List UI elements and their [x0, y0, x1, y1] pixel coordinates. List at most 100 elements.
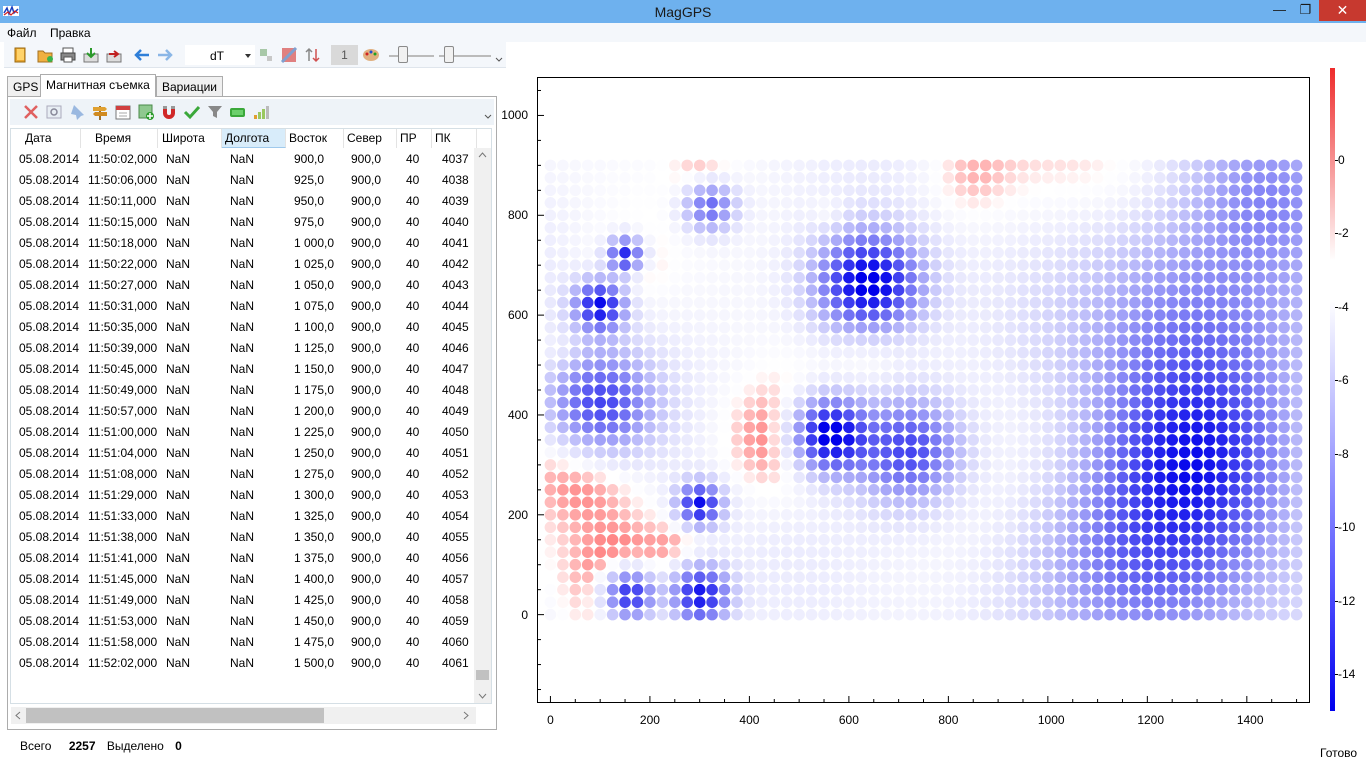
back-arrow-icon[interactable]: [133, 46, 151, 64]
data-point: [557, 534, 569, 546]
calendar-icon[interactable]: [114, 103, 132, 121]
data-point: [1091, 259, 1104, 271]
data-point: [1191, 521, 1203, 534]
open-book-icon[interactable]: [12, 46, 30, 64]
maximize-button[interactable]: ❐: [1292, 0, 1319, 21]
table-row[interactable]: 05.08.2014 11:51:04,000 NaN NaN 1 250,0 900,0…: [11, 442, 473, 463]
channel-select[interactable]: dT: [185, 45, 255, 65]
horizontal-scrollbar[interactable]: [11, 707, 476, 724]
menu-edit[interactable]: Правка: [50, 26, 91, 40]
scroll-right-icon[interactable]: [463, 711, 469, 720]
import-icon[interactable]: [82, 46, 100, 64]
table-row[interactable]: 05.08.2014 11:50:49,000 NaN NaN 1 175,0 900,0…: [11, 379, 473, 400]
table-row[interactable]: 05.08.2014 11:51:41,000 NaN NaN 1 375,0 900,0…: [11, 547, 473, 568]
tab-variations[interactable]: Вариации: [156, 76, 224, 96]
checkmark-icon[interactable]: [183, 103, 201, 121]
magnetic-map-plot[interactable]: [537, 77, 1310, 703]
signpost-icon[interactable]: [91, 103, 109, 121]
toolbar-overflow-icon[interactable]: [495, 48, 503, 62]
pin-icon[interactable]: [68, 103, 86, 121]
data-point: [731, 209, 743, 222]
data-point: [1017, 396, 1029, 409]
scroll-up-icon[interactable]: [478, 152, 487, 158]
table-row[interactable]: 05.08.2014 11:51:29,000 NaN NaN 1 300,0 900,0…: [11, 484, 473, 505]
export-icon[interactable]: [105, 46, 123, 64]
open-folder-icon[interactable]: [36, 46, 54, 64]
table-row[interactable]: 05.08.2014 11:51:49,000 NaN NaN 1 425,0 900,0…: [11, 589, 473, 610]
filter-icon[interactable]: [206, 103, 224, 121]
data-point: [805, 608, 818, 621]
table-row[interactable]: 05.08.2014 11:50:45,000 NaN NaN 1 150,0 900,0…: [11, 358, 473, 379]
sort-arrows-icon[interactable]: [304, 46, 322, 64]
magnet-icon[interactable]: [160, 103, 178, 121]
data-point: [892, 309, 905, 321]
column-header-longitude[interactable]: Долгота: [222, 129, 286, 148]
horizontal-scroll-thumb[interactable]: [26, 708, 324, 723]
column-header-date[interactable]: Дата: [11, 129, 81, 148]
table-cell: 900,0: [351, 530, 382, 544]
table-row[interactable]: 05.08.2014 11:50:57,000 NaN NaN 1 200,0 900,0…: [11, 400, 473, 421]
magnetic-map-canvas[interactable]: [538, 78, 1309, 702]
table-row[interactable]: 05.08.2014 11:51:38,000 NaN NaN 1 350,0 900,0…: [11, 526, 473, 547]
table-row[interactable]: 05.08.2014 11:51:33,000 NaN NaN 1 325,0 900,0…: [11, 505, 473, 526]
table-row[interactable]: 05.08.2014 11:50:31,000 NaN NaN 1 075,0 900,0…: [11, 295, 473, 316]
data-point: [880, 334, 892, 346]
delete-icon[interactable]: [22, 103, 40, 121]
table-row[interactable]: 05.08.2014 11:51:00,000 NaN NaN 1 225,0 900,0…: [11, 421, 473, 442]
data-point: [793, 571, 805, 583]
data-point: [855, 446, 868, 459]
table-row[interactable]: 05.08.2014 11:51:45,000 NaN NaN 1 400,0 900,0…: [11, 568, 473, 589]
data-point: [1154, 421, 1166, 434]
menu-file[interactable]: Файл: [7, 26, 37, 40]
table-row[interactable]: 05.08.2014 11:50:27,000 NaN NaN 1 050,0 900,0…: [11, 274, 473, 295]
signal-bars-icon[interactable]: [252, 103, 270, 121]
scroll-down-icon[interactable]: [478, 693, 487, 699]
column-header-time[interactable]: Время: [81, 129, 158, 148]
vertical-scrollbar[interactable]: [474, 148, 491, 703]
data-point: [955, 583, 967, 596]
subtoolbar-overflow-icon[interactable]: [484, 107, 492, 119]
data-point: [1228, 583, 1241, 596]
table-row[interactable]: 05.08.2014 11:50:15,000 NaN NaN 975,0 900,0 40…: [11, 211, 473, 232]
close-button[interactable]: ✕: [1319, 0, 1366, 21]
table-row[interactable]: 05.08.2014 11:50:02,000 NaN NaN 900,0 900,0 40…: [11, 148, 473, 169]
table-row[interactable]: 05.08.2014 11:52:02,000 NaN NaN 1 500,0 900,0…: [11, 652, 473, 673]
grid-map-icon[interactable]: [280, 46, 298, 64]
level-number-box[interactable]: 1: [331, 45, 358, 65]
column-header-picket[interactable]: ПК: [432, 129, 477, 148]
battery-icon[interactable]: [229, 103, 247, 121]
table-cell: 1 275,0: [294, 467, 335, 481]
data-point: [805, 596, 818, 608]
print-icon[interactable]: [59, 46, 77, 64]
palette-icon[interactable]: [362, 46, 380, 64]
forward-arrow-icon[interactable]: [156, 46, 174, 64]
opacity-slider[interactable]: [398, 46, 408, 63]
table-row[interactable]: 05.08.2014 11:51:58,000 NaN NaN 1 475,0 900,0…: [11, 631, 473, 652]
column-header-north[interactable]: Север: [344, 129, 397, 148]
data-point: [631, 484, 644, 496]
add-image-icon[interactable]: [137, 103, 155, 121]
column-header-profile[interactable]: ПР: [397, 129, 432, 148]
data-point: [644, 309, 656, 321]
table-row[interactable]: 05.08.2014 11:51:08,000 NaN NaN 1 275,0 900,0…: [11, 463, 473, 484]
minimize-button[interactable]: —: [1266, 0, 1293, 21]
table-row[interactable]: 05.08.2014 11:50:35,000 NaN NaN 1 100,0 900,0…: [11, 316, 473, 337]
scroll-left-icon[interactable]: [15, 711, 21, 720]
data-point: [1178, 346, 1191, 359]
size-slider[interactable]: [444, 46, 454, 63]
table-cell: 4038: [442, 173, 469, 187]
data-point: [1029, 159, 1042, 172]
table-row[interactable]: 05.08.2014 11:50:06,000 NaN NaN 925,0 900,0 40…: [11, 169, 473, 190]
table-row[interactable]: 05.08.2014 11:50:11,000 NaN NaN 950,0 900,0 40…: [11, 190, 473, 211]
table-row[interactable]: 05.08.2014 11:51:53,000 NaN NaN 1 450,0 900,0…: [11, 610, 473, 631]
tab-gps[interactable]: GPS: [7, 76, 45, 96]
select-point-icon[interactable]: [257, 46, 275, 64]
table-row[interactable]: 05.08.2014 11:50:18,000 NaN NaN 1 000,0 900,0…: [11, 232, 473, 253]
vertical-scroll-thumb[interactable]: [476, 670, 489, 680]
table-row[interactable]: 05.08.2014 11:50:39,000 NaN NaN 1 125,0 900,0…: [11, 337, 473, 358]
refresh-icon[interactable]: [45, 103, 63, 121]
tab-magnetic-survey[interactable]: Магнитная съемка: [40, 74, 156, 97]
column-header-latitude[interactable]: Широта: [158, 129, 222, 148]
column-header-east[interactable]: Восток: [286, 129, 344, 148]
table-row[interactable]: 05.08.2014 11:50:22,000 NaN NaN 1 025,0 900,0…: [11, 253, 473, 274]
